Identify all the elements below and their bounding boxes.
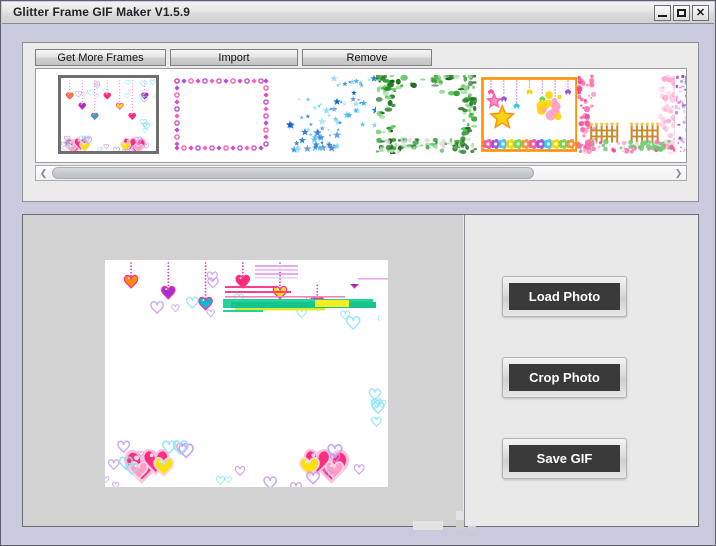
actions-region: Load Photo Crop Photo Save GIF — [464, 215, 698, 526]
frame-thumbnail-art — [174, 78, 269, 151]
frames-panel: Get More Frames Import Remove ❮ ❯ — [22, 42, 699, 202]
close-button[interactable]: ✕ — [692, 5, 709, 21]
save-gif-button[interactable]: Save GIF — [502, 438, 627, 479]
get-more-frames-button[interactable]: Get More Frames — [35, 49, 166, 66]
frame-thumbnail-blue-star-corner-frame[interactable] — [284, 75, 385, 154]
remove-button[interactable]: Remove — [302, 49, 432, 66]
frame-strip-scrollbar[interactable]: ❮ ❯ — [35, 165, 687, 181]
preview-frame-art — [105, 260, 388, 487]
maximize-icon — [677, 9, 686, 17]
load-photo-button[interactable]: Load Photo — [502, 276, 627, 317]
application-window: Glitter Frame GIF Maker V1.5.9 ✕ Get Mor… — [0, 0, 716, 546]
scrollbar-thumb[interactable] — [52, 167, 534, 179]
frame-thumbnail-green-vine-frame[interactable] — [376, 75, 477, 154]
frame-thumbnail-art — [61, 79, 156, 151]
frame-thumbnail-art — [376, 75, 477, 154]
photo-preview-canvas[interactable] — [105, 260, 388, 487]
frame-thumbnail-art — [577, 75, 678, 154]
render-artifact — [456, 520, 464, 530]
scroll-right-arrow-icon[interactable]: ❯ — [671, 166, 686, 180]
crop-photo-button[interactable]: Crop Photo — [502, 357, 627, 398]
save-gif-label: Save GIF — [509, 445, 620, 472]
frame-thumbnail-orange-star-frame[interactable] — [479, 75, 580, 154]
crop-photo-label: Crop Photo — [509, 364, 620, 391]
frame-thumbnail-purple-glitter-frame[interactable] — [675, 75, 686, 154]
frame-thumbnail-pink-fence-frame[interactable] — [577, 75, 678, 154]
frame-thumbnail-art — [481, 77, 578, 152]
client-area: Get More Frames Import Remove ❮ ❯ Load P… — [2, 24, 714, 545]
load-photo-label: Load Photo — [509, 283, 620, 310]
import-button[interactable]: Import — [170, 49, 298, 66]
frame-thumbnail-art — [675, 75, 686, 153]
minimize-button[interactable] — [654, 5, 671, 21]
frame-thumbnail-pink-hearts-frame[interactable] — [58, 75, 159, 154]
minimize-icon — [658, 15, 667, 17]
render-artifact — [413, 521, 443, 530]
frame-thumbnail-strip[interactable] — [35, 68, 687, 163]
preview-region — [23, 215, 476, 530]
frame-thumbnail-art — [285, 75, 384, 154]
scroll-left-arrow-icon[interactable]: ❮ — [36, 166, 51, 180]
editor-panel: Load Photo Crop Photo Save GIF — [22, 214, 699, 530]
window-title: Glitter Frame GIF Maker V1.5.9 — [13, 5, 191, 19]
close-icon: ✕ — [695, 6, 706, 19]
maximize-button[interactable] — [673, 5, 690, 21]
title-bar: Glitter Frame GIF Maker V1.5.9 ✕ — [2, 2, 714, 24]
frame-thumbnail-purple-dot-border-frame[interactable] — [171, 75, 272, 154]
